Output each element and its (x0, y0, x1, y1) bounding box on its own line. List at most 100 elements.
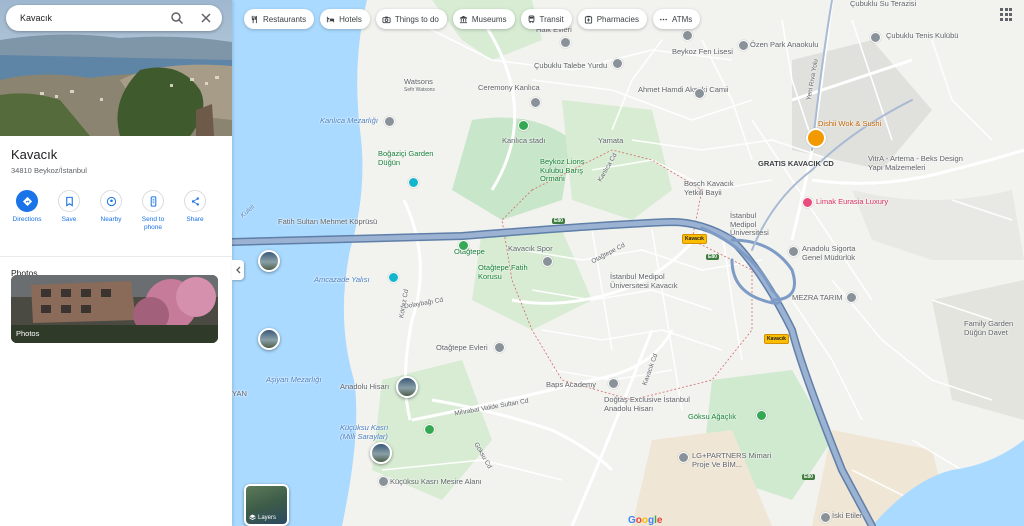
map-label[interactable]: Anadolu Sigorta Genel Müdürlük (802, 244, 872, 262)
place-pin-icon[interactable] (694, 88, 705, 99)
place-pin-icon[interactable] (682, 30, 693, 41)
map-label[interactable]: Çubuklu Tenis Kulübü (886, 31, 958, 41)
map-label[interactable]: Çubuklu Talebe Yurdu (534, 61, 607, 71)
place-pin-icon[interactable] (678, 452, 689, 463)
park-pin-icon[interactable] (424, 424, 435, 435)
chip-hotels[interactable]: Hotels (320, 9, 370, 29)
layers-icon (249, 514, 256, 521)
layers-button[interactable]: Layers (244, 484, 289, 526)
map-label[interactable]: Beykoz Fen Lisesi (672, 47, 733, 57)
hotel-pin-icon[interactable] (802, 197, 813, 208)
place-pin-icon[interactable] (608, 378, 619, 389)
park-pin-icon[interactable] (756, 410, 767, 421)
map-label[interactable]: Baps Academy (546, 380, 596, 390)
map-label[interactable]: İstanbul Medipol Üniversitesi Kavacık (610, 272, 700, 290)
map-label[interactable]: Kanlıca Mezarlığı (320, 116, 378, 126)
map-label[interactable]: Otağtepe Fatih Korusu (478, 263, 532, 281)
search-icon[interactable] (170, 11, 184, 25)
save-button[interactable]: Save (48, 190, 90, 256)
map-label[interactable]: Küçüksu Kasrı (Milli Saraylar) (340, 423, 398, 441)
place-pin-icon[interactable] (378, 476, 389, 487)
place-pin-icon[interactable] (788, 246, 799, 257)
action-bar: Directions Save Nearby Send to phone Sha… (0, 175, 232, 257)
bookmark-icon (65, 196, 73, 207)
map-canvas[interactable]: Çubuklu Su Terazisi Çubuklu Tenis Kulübü… (232, 0, 1024, 526)
map-label[interactable]: Doğtaş Exclusive İstanbul Anadolu Hisarı (604, 395, 690, 413)
photos-card[interactable]: Photos (11, 275, 218, 343)
place-pin-icon[interactable] (494, 342, 505, 353)
map-label[interactable]: Watsons (404, 77, 433, 87)
atm-icon (659, 18, 667, 20)
photo-pin[interactable] (258, 250, 280, 272)
place-pin-icon[interactable] (530, 97, 541, 108)
map-label[interactable]: Ahmet Hamdi Akseki Camii (638, 85, 728, 95)
photo-pin[interactable] (370, 442, 392, 464)
action-label: Share (186, 216, 204, 223)
place-pin-icon[interactable] (542, 256, 553, 267)
photo-pin[interactable] (396, 376, 418, 398)
map-label[interactable]: Anadolu Hisarı (340, 382, 389, 392)
category-chips: Restaurants Hotels Things to do Museums … (244, 9, 701, 29)
map-label[interactable]: Çubuklu Su Terazisi (850, 0, 916, 9)
chip-pharmacies[interactable]: Pharmacies (577, 9, 647, 29)
map-label[interactable]: VitrA - Artema - Beks Design Yapı Malzem… (868, 154, 966, 172)
map-label[interactable]: Boğaziçi Garden Düğün (378, 149, 444, 167)
map-label[interactable]: Ceremony Kanlıca (478, 83, 540, 93)
send-to-phone-button[interactable]: Send to phone (132, 190, 174, 256)
maps-app: Çubuklu Su Terazisi Çubuklu Tenis Kulübü… (0, 0, 1024, 526)
place-pin-icon[interactable] (738, 40, 749, 51)
map-label[interactable]: Limak Eurasia Luxury (816, 197, 888, 207)
map-label[interactable]: Otağtepe Evleri (436, 343, 488, 353)
place-pin-icon[interactable] (560, 37, 571, 48)
map-label[interactable]: GRATIS KAVACIK CD (758, 159, 834, 169)
park-pin-icon[interactable] (458, 240, 469, 251)
place-pin-icon[interactable] (820, 512, 831, 523)
place-hero-photo[interactable] (0, 0, 232, 136)
venue-pin-icon[interactable] (408, 177, 419, 188)
map-label[interactable]: İstanbul Medipol Üniversitesi (730, 211, 784, 238)
map-label[interactable]: Family Garden Düğün Davet (964, 319, 1022, 337)
map-label[interactable]: Göksu Ağaçlık (688, 412, 736, 422)
map-label[interactable]: Kanlıca stadı (502, 136, 545, 146)
map-label[interactable]: Bosch Kavacık Yetkili Bayii (684, 179, 744, 197)
google-apps-icon[interactable] (1000, 8, 1014, 22)
close-icon[interactable] (199, 11, 213, 25)
chip-label: Museums (471, 14, 507, 24)
restaurant-pin-icon[interactable] (806, 128, 826, 148)
camera-icon (382, 16, 391, 23)
search-box[interactable] (6, 5, 222, 31)
map-label[interactable]: Küçüksu Kasrı Mesire Alanı (390, 477, 482, 487)
map-label[interactable]: LG+PARTNERS Mimari Proje Ve BİM... (692, 451, 778, 469)
map-label[interactable]: Yamata (598, 136, 623, 146)
collapse-panel-button[interactable] (232, 260, 244, 280)
map-label[interactable]: Dishii Wok & Sushi (818, 119, 881, 129)
chip-museums[interactable]: Museums (452, 9, 515, 29)
chip-restaurants[interactable]: Restaurants (244, 9, 315, 29)
map-label[interactable]: Amcazade Yalısı (314, 275, 370, 285)
bed-icon (327, 16, 335, 22)
directions-button[interactable]: Directions (6, 190, 48, 256)
park-pin-icon[interactable] (518, 120, 529, 131)
place-title: Kavacık (11, 147, 58, 162)
map-label[interactable]: Özen Park Anaokulu (750, 40, 818, 50)
pharmacy-icon (584, 15, 592, 24)
map-label[interactable]: İski Etiler (832, 511, 862, 521)
map-label[interactable]: Fatih Sultan Mehmet Köprüsü (278, 217, 377, 227)
place-pin-icon[interactable] (612, 58, 623, 69)
place-pin-icon[interactable] (384, 116, 395, 127)
chip-atms[interactable]: ATMs (652, 9, 701, 29)
chip-things-to-do[interactable]: Things to do (375, 9, 447, 29)
chip-transit[interactable]: Transit (520, 9, 572, 29)
place-pin-icon[interactable] (870, 32, 881, 43)
chip-label: Pharmacies (596, 14, 639, 24)
map-label[interactable]: Beykoz Lions Kulubu Barış Ormanı (540, 157, 604, 184)
map-label[interactable]: Kavacık Spor (508, 244, 553, 254)
nearby-button[interactable]: Nearby (90, 190, 132, 256)
search-input[interactable] (20, 13, 160, 23)
map-label[interactable]: Aşiyan Mezarlığı (266, 375, 321, 385)
map-label[interactable]: MEZRA TARIM (792, 293, 843, 303)
photo-pin[interactable] (258, 328, 280, 350)
share-button[interactable]: Share (174, 190, 216, 256)
venue-pin-icon[interactable] (388, 272, 399, 283)
place-pin-icon[interactable] (846, 292, 857, 303)
